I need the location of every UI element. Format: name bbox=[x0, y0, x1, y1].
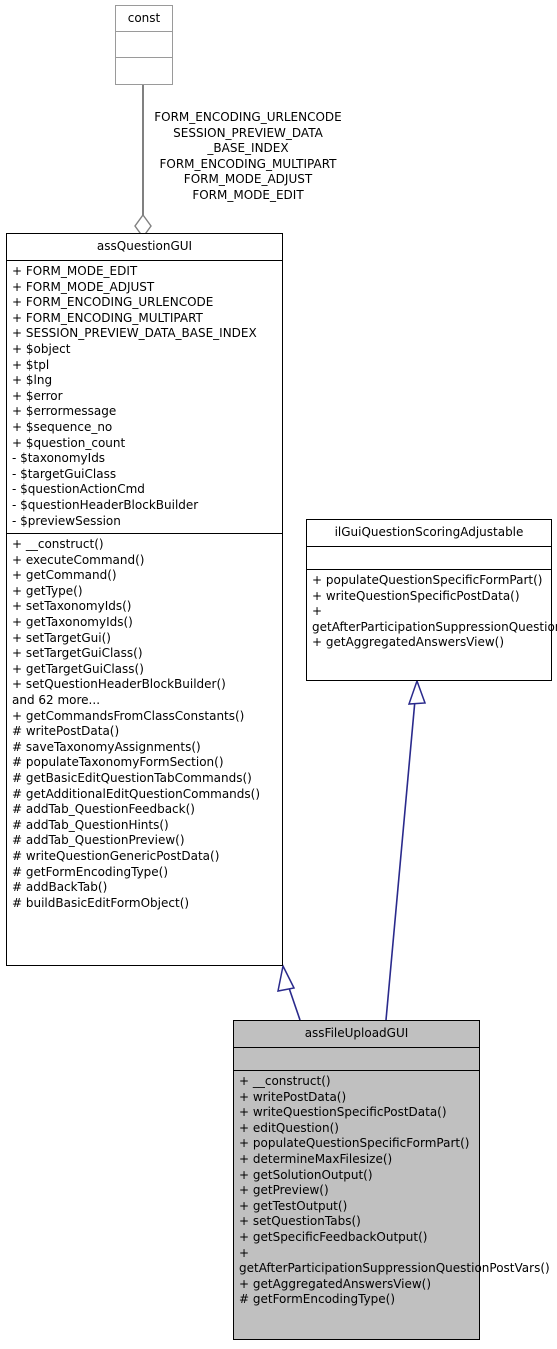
class-methods-const bbox=[116, 58, 172, 83]
class-method: + getCommand() bbox=[12, 568, 117, 583]
class-method: + populateQuestionSpecificFormPart() bbox=[239, 1136, 470, 1151]
class-method: + setTaxonomyIds() bbox=[12, 599, 132, 614]
interface-methods-ilguiquestionscoringadjustable: + populateQuestionSpecificFormPart() + w… bbox=[307, 570, 557, 655]
class-method: + setTargetGuiClass() bbox=[12, 646, 143, 661]
class-method: + executeCommand() bbox=[12, 552, 145, 567]
interface-attributes-ilguiquestionscoringadjustable bbox=[307, 547, 551, 569]
class-attribute: + $question_count bbox=[12, 435, 126, 450]
class-method: + getSpecificFeedbackOutput() bbox=[239, 1229, 428, 1244]
class-methods-assquestiongui: + __construct() + executeCommand() + get… bbox=[7, 534, 282, 915]
class-method: # getFormEncodingType() bbox=[12, 864, 169, 879]
class-method: # getBasicEditQuestionTabCommands() bbox=[12, 771, 252, 785]
class-method: + getTaxonomyIds() bbox=[12, 615, 133, 630]
class-method: + getCommandsFromClassConstants() bbox=[12, 708, 245, 723]
interface-method: + populateQuestionSpecificFormPart() bbox=[312, 573, 543, 587]
aggregation-edge-label: FORM_ENCODING_URLENCODE SESSION_PREVIEW_… bbox=[154, 110, 342, 202]
class-attribute: + $lng bbox=[12, 373, 53, 388]
class-method: + __construct() bbox=[239, 1074, 331, 1088]
class-method: + getAfterParticipationSuppressionQuesti… bbox=[239, 1245, 550, 1276]
class-title-assfileuploadgui: assFileUploadGUI bbox=[304, 1026, 409, 1040]
class-attribute: + FORM_ENCODING_MULTIPART bbox=[12, 310, 203, 325]
class-method: # addTab_QuestionHints() bbox=[12, 817, 169, 832]
class-attribute: - $questionHeaderBlockBuilder bbox=[12, 497, 199, 512]
class-method: # addBackTab() bbox=[12, 880, 108, 895]
class-attribute: - $previewSession bbox=[12, 513, 121, 528]
class-attribute: - $questionActionCmd bbox=[12, 482, 145, 497]
class-methods-assfileuploadgui: + __construct() + writePostData() + writ… bbox=[234, 1071, 550, 1312]
class-method: # addTab_QuestionFeedback() bbox=[12, 802, 195, 817]
class-method: # getAdditionalEditQuestionCommands() bbox=[12, 786, 261, 801]
uml-diagram-canvas: const FORM_ENCODING_URLENCODE SESSION_PR… bbox=[0, 0, 557, 1349]
class-method: # writePostData() bbox=[12, 724, 120, 739]
class-title-assquestiongui: assQuestionGUI bbox=[96, 239, 193, 253]
class-method: # saveTaxonomyAssignments() bbox=[12, 739, 201, 754]
class-method: + getType() bbox=[12, 583, 83, 598]
class-method: + determineMaxFilesize() bbox=[239, 1151, 393, 1166]
class-method: + writeQuestionSpecificPostData() bbox=[239, 1105, 447, 1120]
interface-method: + writeQuestionSpecificPostData() bbox=[312, 588, 520, 603]
class-box-assfileuploadgui[interactable]: assFileUploadGUI + __construct() + write… bbox=[233, 1020, 550, 1340]
class-method: + writePostData() bbox=[239, 1089, 347, 1104]
class-method-more: and 62 more... bbox=[12, 693, 101, 708]
class-attribute: + $errormessage bbox=[12, 404, 117, 419]
class-method: + getPreview() bbox=[239, 1183, 329, 1198]
class-method: + getTargetGuiClass() bbox=[12, 661, 144, 676]
generalization-edge-assfileuploadgui-assquestiongui bbox=[277, 963, 301, 1021]
class-attribute: + FORM_ENCODING_URLENCODE bbox=[12, 295, 214, 310]
class-method: + setQuestionTabs() bbox=[239, 1214, 361, 1229]
class-method: # getFormEncodingType() bbox=[239, 1292, 396, 1307]
class-attribute: + $sequence_no bbox=[12, 419, 113, 434]
class-method: # writeQuestionGenericPostData() bbox=[12, 848, 220, 863]
class-title-const: const bbox=[127, 11, 161, 25]
class-attribute: + $tpl bbox=[12, 357, 50, 372]
class-method: + __construct() bbox=[12, 537, 104, 552]
class-method: + getSolutionOutput() bbox=[239, 1167, 373, 1182]
interface-title-ilguiquestionscoringadjustable: ilGuiQuestionScoringAdjustable bbox=[334, 525, 524, 539]
class-attribute: + $object bbox=[12, 341, 71, 356]
class-attribute: + FORM_MODE_ADJUST bbox=[12, 279, 155, 294]
class-attribute: + $error bbox=[12, 388, 63, 403]
interface-method: + getAggregatedAnswersView() bbox=[312, 635, 505, 650]
realization-edge-assfileuploadgui-ilguiquestionscoringadjustable bbox=[385, 678, 427, 1021]
class-method: # populateTaxonomyFormSection() bbox=[12, 755, 224, 770]
class-attribute: + FORM_MODE_EDIT bbox=[12, 264, 138, 278]
class-method: # addTab_QuestionPreview() bbox=[12, 833, 185, 848]
class-attribute: - $taxonomyIds bbox=[12, 451, 106, 466]
class-attribute: + SESSION_PREVIEW_DATA_BASE_INDEX bbox=[12, 326, 257, 341]
class-method: + setTargetGui() bbox=[12, 630, 111, 645]
class-method: + setQuestionHeaderBlockBuilder() bbox=[12, 677, 226, 692]
class-attribute: - $targetGuiClass bbox=[12, 466, 117, 481]
class-method: + getAggregatedAnswersView() bbox=[239, 1276, 432, 1291]
class-attributes-assfileuploadgui bbox=[234, 1048, 479, 1070]
class-box-assquestiongui[interactable]: assQuestionGUI + FORM_MODE_EDIT + FORM_M… bbox=[6, 233, 283, 966]
interface-method: + getAfterParticipationSuppressionQuesti… bbox=[312, 604, 557, 634]
class-method: # buildBasicEditFormObject() bbox=[12, 895, 190, 910]
class-method: + editQuestion() bbox=[239, 1120, 339, 1135]
class-attributes-const bbox=[116, 32, 172, 57]
class-box-const[interactable]: const bbox=[115, 5, 173, 85]
interface-box-ilguiquestionscoringadjustable[interactable]: ilGuiQuestionScoringAdjustable + populat… bbox=[306, 519, 557, 681]
class-method: + getTestOutput() bbox=[239, 1198, 348, 1213]
class-attributes-assquestiongui: + FORM_MODE_EDIT + FORM_MODE_ADJUST + FO… bbox=[7, 261, 282, 533]
